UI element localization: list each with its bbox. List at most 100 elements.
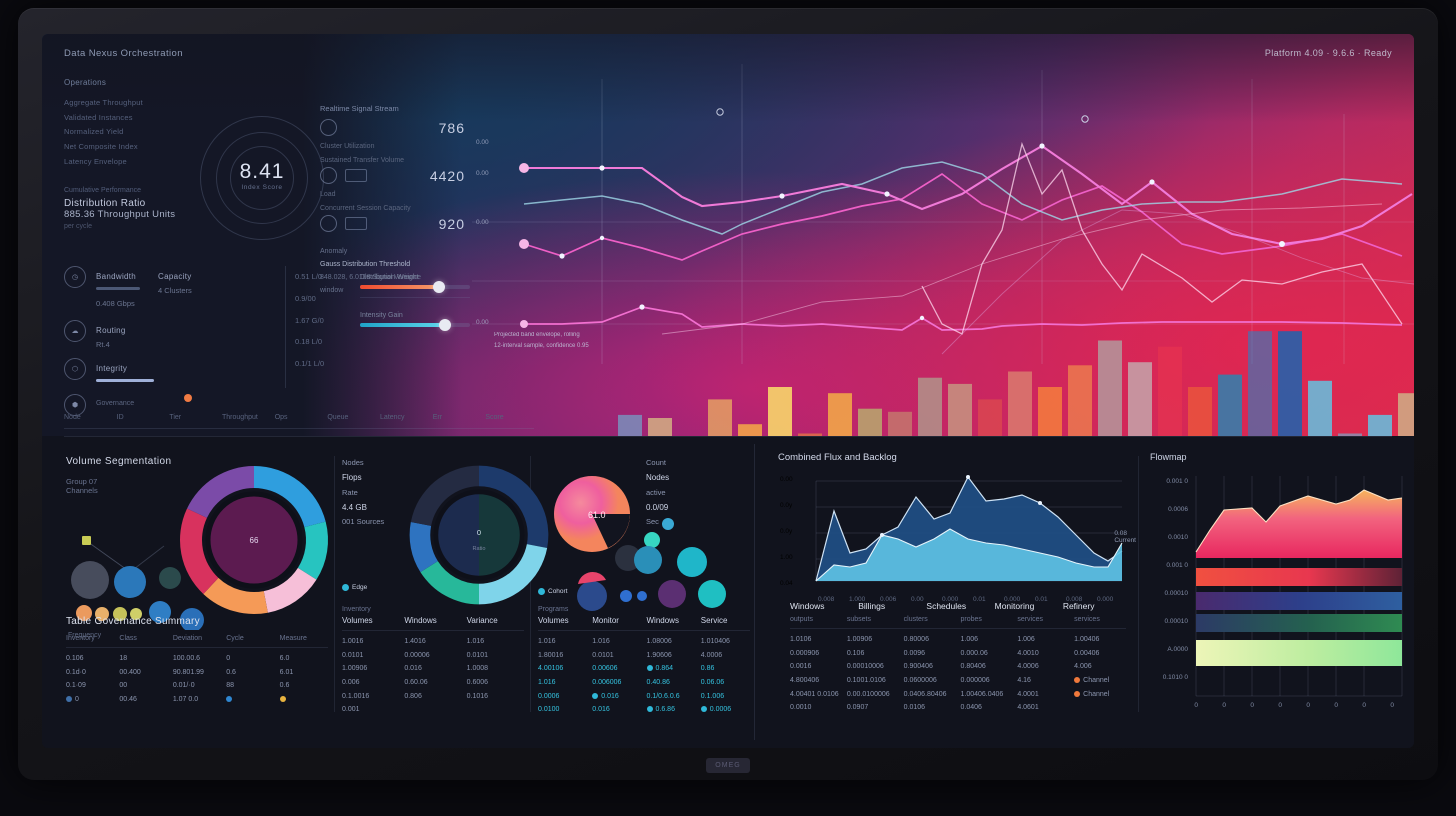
metric-caption-4: Concurrent Session Capacity (320, 205, 411, 212)
table-column-header: Cycle (226, 635, 244, 642)
badge-row-2[interactable]: ⬡ Integrity (64, 358, 274, 385)
stat-header-0: Node (64, 414, 81, 421)
badge-sub-0: 0.408 Gbps (96, 299, 135, 308)
table-cell: 0.00006 (404, 651, 430, 659)
table-cell: 0.000006 (960, 676, 990, 684)
svg-text:61.0: 61.0 (588, 510, 606, 520)
slider-divider (360, 297, 470, 298)
table-cell (1074, 701, 1126, 715)
table-cell: 0.806 (404, 692, 422, 700)
stat-header-7: Err (432, 414, 443, 421)
brand-logo: OMEG (706, 757, 750, 773)
table-cell: 4.0601 (1017, 704, 1039, 712)
table-row[interactable]: 1.0016 1.4016 1.016 (342, 635, 524, 649)
table-cell: 0.000906 (790, 649, 820, 657)
area-y-tick: 0.0y (780, 528, 793, 535)
cloud-icon: ☁ (64, 320, 86, 342)
table-cell: 4.00106 (538, 665, 564, 673)
table-row[interactable]: 0.1·09 00 0.01/·0 88 0.6 (66, 679, 328, 693)
badge-label-1: Capacity (158, 272, 192, 281)
slider-knob[interactable] (432, 281, 445, 293)
slider-knob[interactable] (439, 319, 452, 331)
table-cell: 1.4016 (404, 638, 426, 645)
hero-bar (888, 411, 912, 436)
slider-distribution-weight[interactable] (360, 281, 470, 293)
table-cell: 0 (226, 655, 231, 662)
table-cell: 0 (66, 693, 114, 707)
table-cell: 18 (119, 655, 128, 662)
table-row[interactable]: 0.0016 0.00010006 0.900406 0.80406 4.0006 4.0… (790, 660, 1126, 674)
table-cell: 90.801.99 (172, 668, 204, 676)
table-cell: 4.0001 (1017, 690, 1039, 698)
status-dot-icon (646, 706, 653, 713)
table-row[interactable]: 0.106 18 100.00.6 0 6.0 (66, 652, 328, 666)
table-row[interactable]: 0.000906 0.106 0.0096 0.000.06 4.0010 0.00406 (790, 647, 1126, 661)
table-row[interactable]: 4.00401 0.0106 0.00.0100006 0.0406.80406 1.… (790, 688, 1126, 702)
hero-bar (1248, 331, 1272, 436)
table-cell: 0.106 (66, 655, 84, 662)
table-header-divider (66, 647, 328, 648)
table-row[interactable]: 1.00906 0.016 1.0008 (342, 662, 524, 676)
table-column-header: Deviation (172, 635, 202, 642)
status-dot-icon (646, 665, 653, 672)
table-row[interactable]: 1.016 1.016 1.08006 1.010406 (538, 635, 750, 649)
hero-bar (618, 414, 642, 436)
table-column-header: Billings (858, 601, 886, 611)
table-mid1-subheader: Inventory (342, 606, 371, 613)
ratio-item-3: 0.18 L/0 (295, 337, 323, 347)
table-cell: 0.0016 (790, 663, 812, 671)
table-cell: 0.900406 (903, 663, 933, 671)
table-column-header: Monitor (592, 616, 619, 625)
table-cell: Channel (1074, 688, 1126, 702)
table-column-header: Service (700, 616, 728, 625)
table-row[interactable]: 0.001 (342, 703, 524, 717)
donut2-legend: Edge (342, 584, 367, 591)
table-row[interactable]: 0.0100 0.016 0.6.86 0.0006 (538, 703, 750, 717)
table-cell: 1.00406 (1074, 636, 1100, 643)
table-row[interactable]: 1.016 0.006006 0.40.86 0.06.06 (538, 676, 750, 690)
table-row[interactable]: 4.800406 0.1001.0106 0.0600006 0.000006 4.16… (790, 674, 1126, 688)
slider-intensity-gain[interactable] (360, 319, 470, 331)
table-row[interactable]: 0.006 0.60.06 0.6006 (342, 676, 524, 690)
table-cell: 0.1d·0 (66, 668, 86, 676)
panel-chip-icon (345, 217, 367, 230)
table-row[interactable]: 1.0106 1.00906 0.80006 1.006 1.006 1.00406 (790, 633, 1126, 647)
table-row[interactable]: 0.0010 0.0907 0.0106 0.0406 4.0601 (790, 701, 1126, 715)
metric-row[interactable]: 4420 (320, 167, 465, 184)
table-row[interactable]: 0.0006 0.016 0.1/0.6.0.6 0.1.006 (538, 690, 750, 704)
table-row[interactable]: 0.1.0016 0.806 0.1016 (342, 690, 524, 704)
table-row[interactable]: 0.0101 0.00006 0.0101 (342, 649, 524, 663)
table-cell: 6.0 (279, 655, 290, 662)
status-dot-icon (66, 696, 72, 703)
area-y-tick: 0.04 (780, 580, 793, 587)
metric-row[interactable]: 920 (320, 215, 465, 232)
badge-row-3[interactable]: ⬢ Governance (64, 394, 274, 416)
screen-bezel: 0.00 0.00 0.00 0.00 Data Nexus Orchestra… (42, 34, 1414, 748)
badge-row-1[interactable]: ☁ Routing Rt.4 (64, 320, 274, 349)
stat-header-4: Ops (274, 414, 288, 421)
table-cell: 0.0101 (342, 651, 364, 659)
svg-text:0: 0 (477, 528, 481, 537)
table-cell: 0.1016 (466, 692, 489, 700)
table-column-header: Monitoring (994, 601, 1035, 611)
table-column-header: outputs (790, 616, 813, 623)
table-right-body: 1.0106 1.00906 0.80006 1.006 1.006 1.00406 0.0… (790, 628, 1126, 715)
table-cell: 0.864 (646, 662, 696, 676)
metric-caption-3: Load (320, 191, 336, 198)
table-cell (404, 703, 461, 717)
stat-header-5: Queue (327, 414, 349, 421)
table-cell: 4.800406 (790, 676, 820, 684)
badge-row-0[interactable]: ◷ Bandwidth 0.408 Gbps Capacity 4 Cluste… (64, 266, 274, 311)
donut1-bubbles (71, 536, 204, 630)
flowmap-panel: Flowmap 0.001 0 0.0006 0.0010 0.001 0 0.… (1150, 452, 1414, 725)
ratio-list: 0.51 L/0 0.9/00 1.67 G/0 0.18 L/0 0.1/1 … (295, 266, 355, 375)
table-row[interactable]: 0.1d·0 00.400 90.801.99 0.6 6.01 (66, 666, 328, 680)
table-row[interactable]: 0 00.46 1.07 0.0 (66, 693, 328, 707)
table-left-title: Table Governance Summary (66, 616, 200, 627)
column-divider (285, 266, 286, 388)
table-cell: 88 (226, 682, 235, 690)
table-row[interactable]: 1.80016 0.0101 1.90606 4.0006 (538, 649, 750, 663)
table-row[interactable]: 4.00106 0.00606 0.864 0.86 (538, 662, 750, 676)
metric-row[interactable]: 786 (320, 119, 465, 136)
table-cell: 0.001 (342, 706, 360, 714)
